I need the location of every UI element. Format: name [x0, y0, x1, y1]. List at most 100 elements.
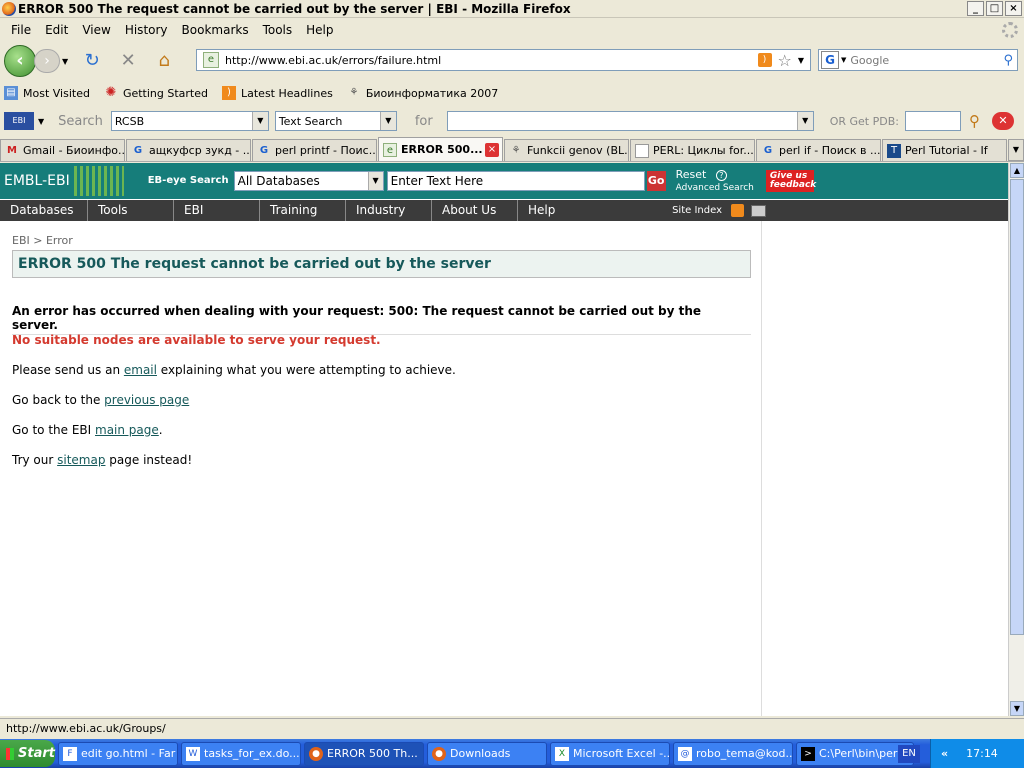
menu-history[interactable]: History — [125, 23, 168, 37]
chevron-down-icon: ▼ — [796, 112, 813, 130]
maximize-button[interactable]: □ — [986, 1, 1003, 16]
tab-google-search-1[interactable]: Gащкуфср зукд - ... — [126, 139, 251, 161]
page-icon: ⚘ — [349, 87, 359, 98]
tab-google-search-3[interactable]: Gperl if - Поиск в ... — [756, 139, 881, 161]
close-window-button[interactable]: × — [1005, 1, 1022, 16]
start-button[interactable]: Start — [0, 740, 55, 767]
taskbar-item-firefox[interactable]: ● ERROR 500 Th... — [304, 741, 424, 766]
pdb-id-input[interactable] — [904, 111, 961, 131]
rss-icon: ) — [222, 86, 236, 100]
close-toolbar-icon[interactable]: ✕ — [991, 112, 1014, 130]
breadcrumb-separator: > — [33, 234, 43, 247]
navigation-toolbar: ‹ › ▼ ↻ ✕ ⌂ e http://www.ebi.ac.uk/error… — [0, 42, 1024, 80]
search-source-select[interactable]: RCSB ▼ — [110, 111, 269, 131]
scroll-down-icon[interactable]: ▼ — [1010, 701, 1024, 716]
tab-gmail[interactable]: M Gmail - Биоинфо... — [0, 139, 125, 161]
minimize-button[interactable]: _ — [967, 1, 984, 16]
stop-icon[interactable]: ✕ — [117, 50, 139, 72]
nav-ebi-groups[interactable]: EBI Groups — [174, 200, 260, 238]
web-search-box[interactable]: G ▼ Google ⚲ — [818, 49, 1018, 71]
feedback-button[interactable]: Give us feedback — [765, 170, 816, 192]
forward-button[interactable]: › — [34, 49, 60, 73]
taskbar-item-perl[interactable]: > C:\Perl\bin\perl.... — [796, 741, 914, 766]
print-icon[interactable] — [751, 204, 766, 217]
rss-feed-icon[interactable]: ) — [757, 53, 772, 67]
bookmark-latest-headlines[interactable]: ) Latest Headlines — [222, 86, 333, 100]
bookmark-bioinformatics[interactable]: ⚘ Биоинформатика 2007 — [347, 86, 498, 100]
previous-page-link[interactable]: previous page — [104, 393, 189, 407]
scroll-up-icon[interactable]: ▲ — [1010, 163, 1024, 178]
site-icon: e — [203, 52, 219, 68]
close-tab-icon[interactable]: × — [485, 142, 499, 157]
search-placeholder[interactable]: Google — [846, 54, 1003, 67]
menu-view[interactable]: View — [82, 23, 110, 37]
nav-training[interactable]: Training — [260, 200, 346, 221]
google-icon: G — [259, 144, 269, 156]
pdb-search-icon[interactable]: ⚲ — [969, 112, 980, 130]
nav-tools[interactable]: Tools — [88, 200, 174, 221]
sitemap-link[interactable]: sitemap — [57, 453, 105, 467]
firefox-window: ERROR 500 The request cannot be carried … — [0, 0, 1024, 768]
taskbar-item-excel[interactable]: X Microsoft Excel -... — [550, 741, 670, 766]
menu-help[interactable]: Help — [306, 23, 333, 37]
nav-about-us[interactable]: About Us — [432, 200, 518, 221]
email-link[interactable]: email — [124, 363, 157, 377]
reload-icon[interactable]: ↻ — [81, 50, 103, 72]
menu-tools[interactable]: Tools — [263, 23, 293, 37]
nav-help[interactable]: Help — [518, 200, 604, 221]
ebi-toolbar-icon[interactable]: EBI — [4, 112, 34, 130]
nav-databases[interactable]: Databases — [0, 200, 88, 221]
tab-google-search-2[interactable]: Gperl printf - Поис... — [252, 139, 377, 161]
vertical-scrollbar[interactable]: ▲ ▼ — [1008, 163, 1024, 716]
taskbar-item-mail[interactable]: @ robo_tema@kod... — [673, 741, 793, 766]
scroll-thumb[interactable] — [1010, 179, 1024, 635]
main-page-link[interactable]: main page — [95, 423, 159, 437]
url-dropdown-icon[interactable]: ▼ — [798, 56, 804, 65]
url-bar[interactable]: e http://www.ebi.ac.uk/errors/failure.ht… — [196, 49, 811, 71]
database-select[interactable]: All Databases ▼ — [233, 171, 384, 191]
folder-icon: ▤ — [4, 86, 18, 100]
bookmark-getting-started[interactable]: ✺ Getting Started — [104, 86, 209, 100]
document-icon — [635, 143, 649, 158]
tab-error-500[interactable]: e ERROR 500... × — [378, 137, 503, 161]
url-text[interactable]: http://www.ebi.ac.uk/errors/failure.html — [225, 54, 758, 67]
home-icon[interactable]: ⌂ — [153, 50, 175, 72]
back-button[interactable]: ‹ — [4, 45, 36, 77]
breadcrumb-home[interactable]: EBI — [12, 234, 30, 247]
bookmark-most-visited[interactable]: ▤ Most Visited — [4, 86, 90, 100]
taskbar-item-far[interactable]: Fedit go.html - Far — [58, 741, 178, 766]
search-term-input[interactable]: ▼ — [446, 111, 814, 131]
tab-perl-cycles[interactable]: PERL: Циклы for... — [630, 139, 755, 161]
google-icon: G — [763, 144, 773, 156]
reset-link[interactable]: Reset — [676, 168, 707, 181]
site-index-link[interactable]: Site Index — [672, 205, 722, 216]
rss-icon[interactable] — [731, 204, 744, 217]
tutorial-site-icon: T — [887, 143, 901, 158]
nav-industry[interactable]: Industry — [346, 200, 432, 221]
bookmark-star-icon[interactable]: ☆ — [778, 51, 792, 70]
history-dropdown-icon[interactable]: ▼ — [62, 57, 68, 66]
taskbar-item-downloads[interactable]: ● Downloads — [427, 741, 547, 766]
google-engine-icon[interactable]: G — [821, 51, 839, 69]
advanced-search-link[interactable]: Advanced Search — [676, 183, 754, 193]
all-tabs-dropdown-icon[interactable]: ▼ — [1008, 139, 1024, 161]
sidebar-divider — [761, 221, 762, 716]
ebi-toolbar-dropdown-icon[interactable]: ▼ — [38, 117, 44, 126]
query-input[interactable]: Enter Text Here — [386, 171, 645, 191]
menu-edit[interactable]: Edit — [45, 23, 68, 37]
tab-funkcii-genov[interactable]: ⚘ Funkcii genov (BL... — [504, 139, 629, 161]
menu-file[interactable]: File — [11, 23, 31, 37]
tab-perl-tutorial[interactable]: T Perl Tutorial - If — [882, 139, 1007, 161]
far-icon: F — [63, 746, 77, 761]
go-button[interactable]: Go — [646, 171, 666, 191]
help-icon[interactable]: ? — [715, 169, 727, 181]
menu-bookmarks[interactable]: Bookmarks — [182, 23, 249, 37]
search-magnifier-icon[interactable]: ⚲ — [1003, 53, 1013, 68]
chevron-down-icon: ▼ — [379, 112, 396, 130]
search-type-select[interactable]: Text Search ▼ — [274, 111, 397, 131]
tray-expand-icon[interactable]: « — [941, 747, 948, 760]
taskbar-item-word[interactable]: Wtasks_for_ex.do... — [181, 741, 301, 766]
chevron-down-icon: ▼ — [367, 172, 383, 190]
ebi-logo[interactable]: EMBL-EBI — [4, 173, 70, 189]
language-indicator[interactable]: EN — [898, 744, 920, 763]
